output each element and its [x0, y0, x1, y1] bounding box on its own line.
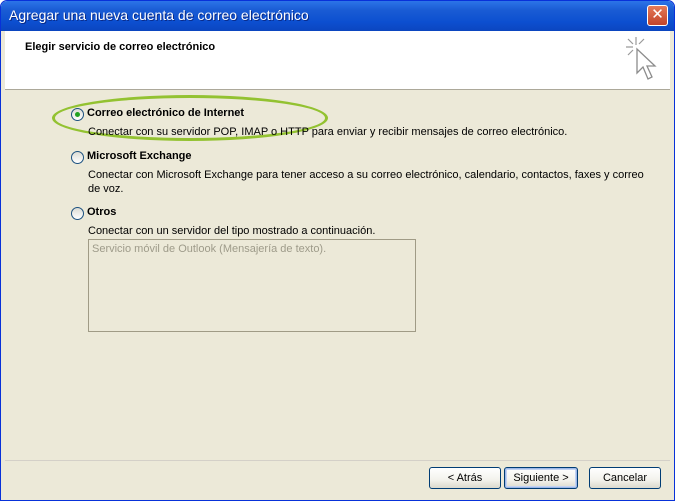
dialog-window: Agregar una nueva cuenta de correo elect… [0, 0, 675, 501]
option-internet-email-label[interactable]: Correo electrónico de Internet [87, 107, 244, 119]
close-icon: ✕ [651, 6, 664, 23]
option-microsoft-exchange-description: Conectar con Microsoft Exchange para ten… [88, 169, 644, 195]
wizard-cursor-sparkle-icon [626, 37, 657, 80]
option-other-description: Conectar con un servidor del tipo mostra… [88, 225, 376, 237]
option-other-label[interactable]: Otros [87, 206, 116, 218]
window-title: Agregar una nueva cuenta de correo elect… [9, 7, 309, 23]
other-services-list[interactable]: Servicio móvil de Outlook (Mensajería de… [88, 239, 416, 332]
list-item[interactable]: Servicio móvil de Outlook (Mensajería de… [92, 243, 326, 255]
option-internet-email-description: Conectar con su servidor POP, IMAP o HTT… [88, 126, 568, 138]
close-button[interactable]: ✕ [647, 5, 668, 26]
option-microsoft-exchange-label[interactable]: Microsoft Exchange [87, 150, 192, 162]
radio-internet-email[interactable] [71, 108, 84, 121]
title-bar[interactable]: Agregar una nueva cuenta de correo elect… [1, 1, 674, 31]
next-button[interactable]: Siguiente > [504, 467, 578, 489]
page-title: Elegir servicio de correo electrónico [25, 41, 216, 53]
back-button[interactable]: < Atrás [429, 467, 501, 489]
cancel-button[interactable]: Cancelar [589, 467, 661, 489]
footer-divider [5, 460, 670, 461]
wizard-header: Elegir servicio de correo electrónico [5, 31, 670, 90]
radio-microsoft-exchange[interactable] [71, 151, 84, 164]
radio-other[interactable] [71, 207, 84, 220]
